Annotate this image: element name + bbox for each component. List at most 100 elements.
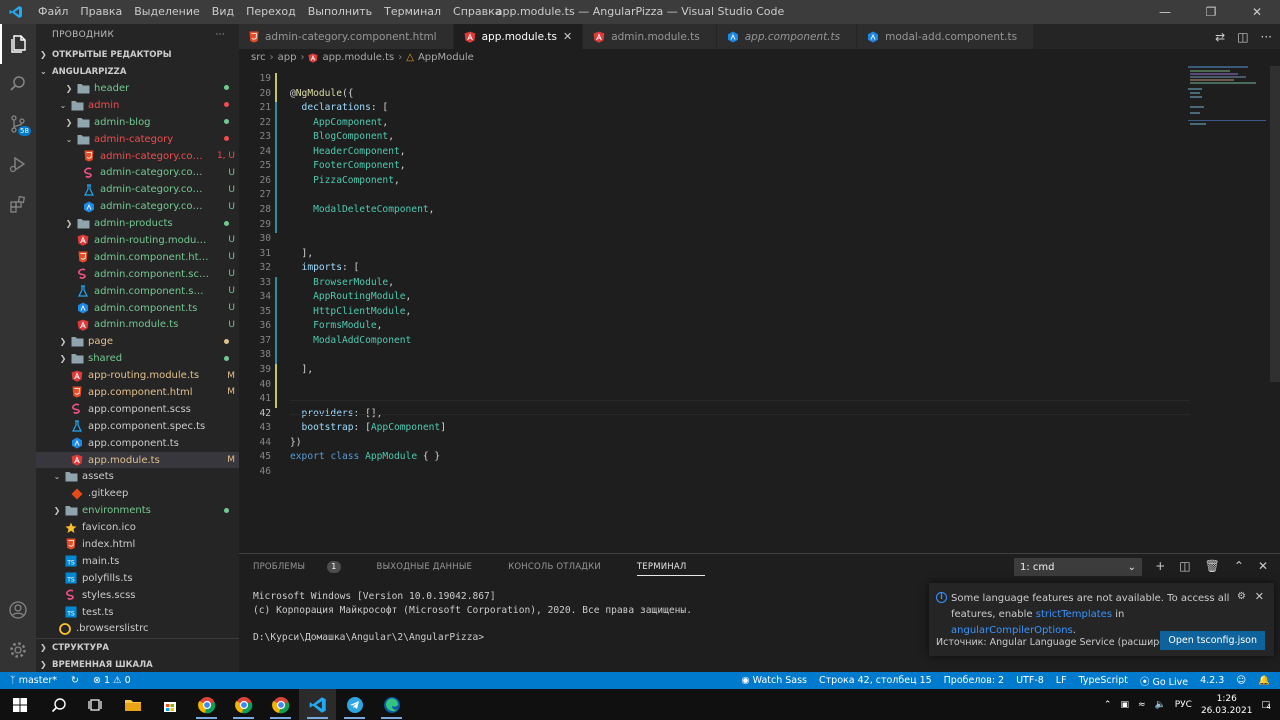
tree-item[interactable]: app-routing.module.ts M — [36, 367, 239, 384]
tree-item[interactable]: app.component.ts — [36, 435, 239, 452]
tree-item[interactable]: ❯ admin-blog — [36, 114, 239, 131]
vscode-icon[interactable] — [299, 689, 336, 720]
search-icon[interactable] — [40, 689, 77, 720]
timeline-section[interactable]: ❯ ВРЕМЕННАЯ ШКАЛА — [36, 656, 153, 672]
tree-item[interactable]: index.html — [36, 536, 239, 553]
open-tsconfig-button[interactable]: Open tsconfig.json — [1160, 631, 1265, 650]
cursor-position[interactable]: Строка 42, столбец 15 — [819, 675, 932, 686]
menu-item[interactable]: Правка — [74, 0, 128, 24]
chrome-icon[interactable] — [188, 689, 225, 720]
tree-item[interactable]: ❯ header — [36, 80, 239, 97]
tree-item[interactable]: ⌄ admin — [36, 97, 239, 114]
tree-item[interactable]: admin-category.compo... U — [36, 198, 239, 215]
telegram-icon[interactable] — [336, 689, 373, 720]
breadcrumb-app[interactable]: app — [278, 52, 297, 63]
menu-item[interactable]: Файл — [32, 0, 74, 24]
minimap[interactable] — [1188, 66, 1266, 136]
panel-tab[interactable]: ВЫХОДНЫЕ ДАННЫЕ — [377, 562, 491, 572]
terminal-select[interactable]: 1: cmd ⌄ — [1014, 558, 1142, 576]
tree-item[interactable]: app.component.scss — [36, 401, 239, 418]
chrome-icon[interactable] — [262, 689, 299, 720]
outline-section[interactable]: ❯ СТРУКТУРА — [36, 639, 109, 656]
tree-item[interactable]: ❯ shared — [36, 350, 239, 367]
tree-item[interactable]: app.component.spec.ts — [36, 418, 239, 435]
terminal-output[interactable]: Microsoft Windows [Version 10.0.19042.86… — [253, 590, 692, 644]
tree-item[interactable]: styles.scss — [36, 587, 239, 604]
watch-sass[interactable]: ◉ Watch Sass — [741, 675, 807, 686]
notification-center-icon[interactable]: □ 4 — [1261, 700, 1270, 711]
clock[interactable]: 1:26 26.03.2021 — [1201, 693, 1253, 717]
compiler-options-link[interactable]: angularCompilerOptions — [951, 625, 1073, 636]
tree-item[interactable]: TS polyfills.ts — [36, 570, 239, 587]
tree-item[interactable]: favicon.ico — [36, 519, 239, 536]
chevron-up-icon[interactable]: ⌃ — [1234, 559, 1244, 573]
minimize-icon[interactable]: — — [1142, 0, 1188, 24]
menu-item[interactable]: Выполнить — [302, 0, 378, 24]
panel-tab[interactable]: ТЕРМИНАЛ — [636, 562, 705, 576]
editor-tab[interactable]: admin.module.ts — [583, 24, 717, 49]
extensions-icon[interactable] — [0, 184, 36, 224]
menu-item[interactable]: Справка — [447, 0, 507, 24]
breadcrumb-src[interactable]: src — [251, 52, 266, 63]
close-icon[interactable]: ✕ — [563, 30, 572, 43]
restore-icon[interactable]: ❐ — [1188, 0, 1234, 24]
bell-icon[interactable]: 🔔 — [1258, 675, 1270, 686]
network-icon[interactable]: ▣ — [1120, 700, 1129, 710]
account-icon[interactable] — [0, 590, 36, 630]
run-debug-icon[interactable] — [0, 144, 36, 184]
plus-icon[interactable]: + — [1155, 559, 1165, 573]
source-control-icon[interactable]: 58 — [0, 104, 36, 144]
breadcrumb-file[interactable]: app.module.ts — [322, 52, 394, 63]
open-editors-section[interactable]: ❯ ОТКРЫТЫЕ РЕДАКТОРЫ — [36, 46, 239, 63]
tree-item[interactable]: ❯ page — [36, 333, 239, 350]
language-mode[interactable]: TypeScript — [1079, 675, 1128, 686]
close-icon[interactable]: ✕ — [1234, 0, 1280, 24]
panel-tab[interactable]: КОНСОЛЬ ОТЛАДКИ — [508, 562, 619, 572]
end-of-line[interactable]: LF — [1056, 675, 1067, 686]
menu-item[interactable]: Вид — [206, 0, 240, 24]
tree-item[interactable]: admin-category.comp... 1, U — [36, 148, 239, 165]
chrome-icon[interactable] — [225, 689, 262, 720]
code-editor[interactable]: 19 20 @NgModule({21 declarations: [22 AppC… — [239, 66, 1280, 553]
gear-icon[interactable] — [0, 630, 36, 670]
split-terminal-icon[interactable]: ◫ — [1179, 559, 1190, 573]
trash-icon[interactable]: 🗑 — [1205, 559, 1220, 573]
menu-item[interactable]: Терминал — [378, 0, 447, 24]
editor-tab[interactable]: app.component.ts — [716, 24, 858, 49]
tree-item[interactable]: admin-routing.module.ts U — [36, 232, 239, 249]
task-view-icon[interactable] — [77, 689, 114, 720]
problems-status[interactable]: ⊗ 1 ⚠ 0 — [93, 675, 131, 686]
edge-icon[interactable] — [373, 689, 410, 720]
editor-tab[interactable]: app.module.ts ✕ — [453, 24, 584, 49]
feedback-icon[interactable]: ☺ — [1236, 675, 1246, 686]
tree-item[interactable]: ⌄ assets — [36, 468, 239, 485]
volume-icon[interactable]: 🔈 — [1155, 700, 1166, 710]
tree-item[interactable]: ❯ environments — [36, 502, 239, 519]
tree-item[interactable]: admin.component.ts U — [36, 300, 239, 317]
menu-item[interactable]: Переход — [240, 0, 302, 24]
git-change-marker[interactable] — [275, 73, 277, 103]
compare-icon[interactable]: ⇄ — [1215, 30, 1225, 44]
tree-item[interactable]: .browserslistrc — [36, 621, 239, 638]
tree-item[interactable]: admin.component.scss U — [36, 266, 239, 283]
indentation[interactable]: Пробелов: 2 — [944, 675, 1004, 686]
gear-icon[interactable]: ⚙ — [1237, 591, 1246, 602]
more-actions-icon[interactable]: ··· — [216, 30, 225, 40]
editor-tab[interactable]: modal-add.component.ts — [857, 24, 1035, 49]
project-section[interactable]: ⌄ ANGULARPIZZA — [36, 63, 239, 80]
encoding[interactable]: UTF-8 — [1016, 675, 1044, 686]
branch-status[interactable]: ᛉ master* — [10, 675, 57, 686]
tree-item[interactable]: app.component.html M — [36, 384, 239, 401]
windows-start-icon[interactable] — [0, 689, 40, 720]
close-icon[interactable]: ✕ — [1255, 590, 1264, 603]
breadcrumb-symbol[interactable]: AppModule — [418, 52, 474, 63]
tree-item[interactable]: admin-category.compo... U — [36, 164, 239, 181]
tree-item[interactable]: app.module.ts M — [36, 451, 239, 469]
tree-item[interactable]: admin.module.ts U — [36, 316, 239, 333]
scroll-thumb[interactable] — [1270, 66, 1280, 382]
search-icon[interactable] — [0, 64, 36, 104]
go-live[interactable]: ⦿ Go Live — [1140, 674, 1188, 688]
editor-scrollbar[interactable] — [1270, 66, 1280, 553]
ts-version[interactable]: 4.2.3 — [1200, 675, 1224, 686]
keyboard-language[interactable]: РУС — [1175, 700, 1192, 710]
